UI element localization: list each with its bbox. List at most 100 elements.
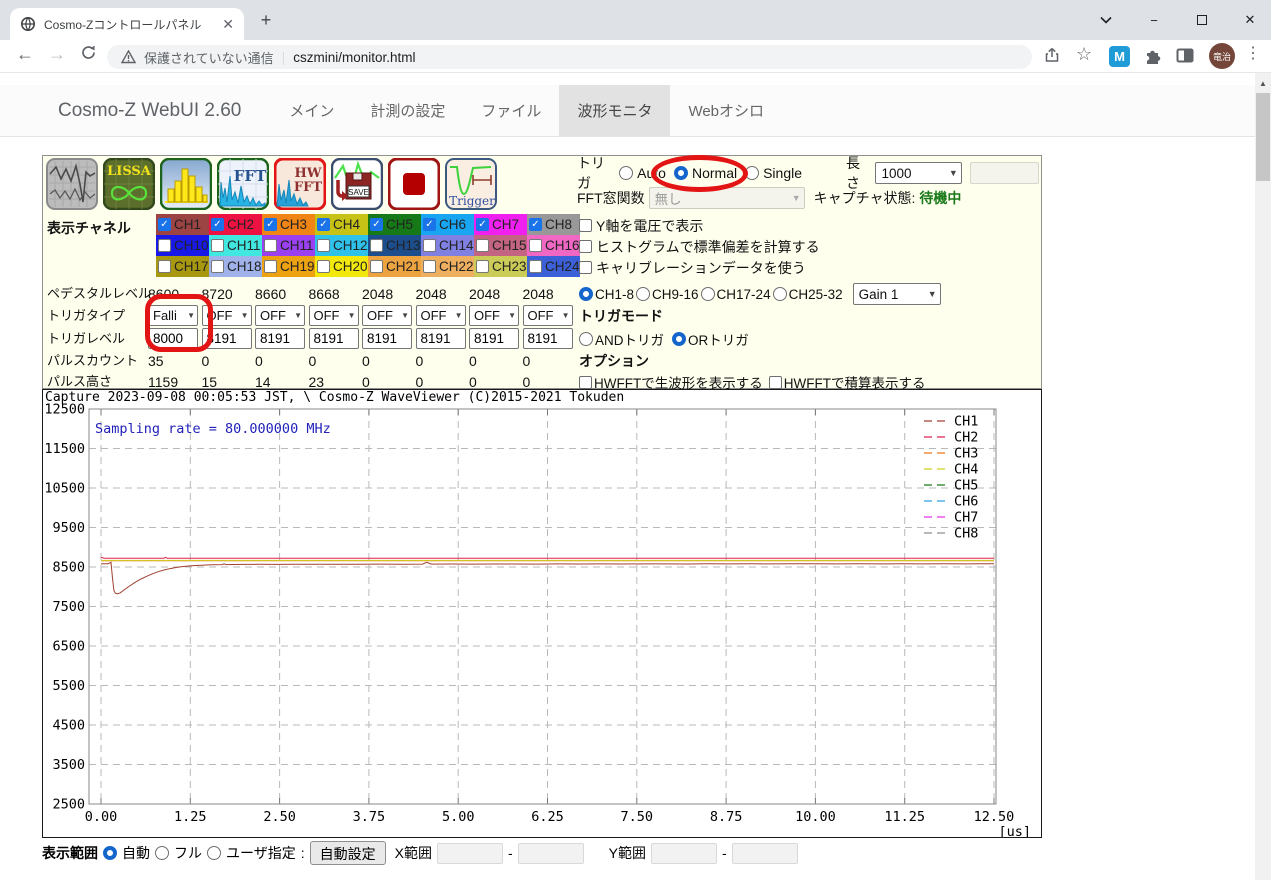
trigger-level-input-ch7[interactable] bbox=[469, 328, 519, 349]
trigger-type-select-ch6[interactable]: OFF ▼ bbox=[415, 305, 466, 326]
channel-item-CH3[interactable]: ✓ CH3 bbox=[262, 214, 315, 235]
trigger-type-select-ch3[interactable]: OFF ▼ bbox=[255, 305, 305, 326]
option-histogram-stddev[interactable]: ヒストグラムで標準偏差を計算する bbox=[579, 236, 820, 257]
fft-window-select[interactable]: 無し ▼ bbox=[648, 187, 805, 209]
trigger-level-input-ch4[interactable] bbox=[308, 328, 359, 349]
trigger-level-input-ch1[interactable] bbox=[148, 328, 198, 349]
group-ch1-8-radio[interactable] bbox=[579, 287, 593, 301]
auto-set-button[interactable]: 自動設定 bbox=[309, 841, 386, 865]
range-user-radio[interactable] bbox=[207, 846, 221, 860]
trigger-level-input-ch6[interactable] bbox=[415, 328, 466, 349]
trigger-button[interactable]: Trigger bbox=[445, 158, 497, 210]
scrollbar-thumb[interactable] bbox=[1256, 93, 1270, 181]
histogram-stddev-checkbox[interactable] bbox=[579, 240, 592, 253]
trigger-mode-normal-label[interactable]: Normal bbox=[692, 165, 737, 181]
channel-item-CH5[interactable]: ✓ CH5 bbox=[368, 214, 421, 235]
channel-item-CH21[interactable]: CH21 bbox=[368, 256, 421, 277]
channel-checkbox-CH6[interactable]: ✓ bbox=[423, 218, 436, 231]
trigger-mode-normal-radio[interactable] bbox=[673, 166, 688, 180]
channel-checkbox-CH20[interactable] bbox=[317, 260, 330, 273]
range-full-radio[interactable] bbox=[155, 846, 169, 860]
page-scrollbar[interactable]: ▲ bbox=[1255, 73, 1271, 880]
side-panel-icon[interactable] bbox=[1176, 48, 1194, 68]
channel-item-CH19[interactable]: CH19 bbox=[262, 256, 315, 277]
bookmark-star-icon[interactable]: ☆ bbox=[1076, 44, 1092, 65]
channel-item-CH7[interactable]: ✓ CH7 bbox=[474, 214, 527, 235]
browser-menu-icon[interactable]: ⋮ bbox=[1245, 43, 1261, 63]
trigger-type-select-ch2[interactable]: OFF ▼ bbox=[201, 305, 252, 326]
trigger-level-input-ch8[interactable] bbox=[522, 328, 573, 349]
nav-item-waveform-monitor[interactable]: 波形モニタ bbox=[559, 85, 671, 136]
channel-checkbox-CH13[interactable] bbox=[370, 239, 383, 252]
trigger-mode-auto-label[interactable]: Auto bbox=[637, 165, 666, 181]
histogram-button[interactable] bbox=[160, 158, 212, 210]
window-chevron-icon[interactable] bbox=[1083, 0, 1129, 40]
channel-checkbox-CH24[interactable] bbox=[529, 260, 542, 273]
channel-checkbox-CH12[interactable] bbox=[317, 239, 330, 252]
nav-item-measure-settings[interactable]: 計測の設定 bbox=[352, 85, 463, 136]
channel-item-CH11[interactable]: CH11 bbox=[209, 235, 262, 256]
channel-checkbox-CH15[interactable] bbox=[476, 239, 489, 252]
channel-checkbox-CH19[interactable] bbox=[264, 260, 277, 273]
trigger-type-select-ch4[interactable]: OFF ▼ bbox=[308, 305, 359, 326]
option-calibration-data[interactable]: キャリブレーションデータを使う bbox=[579, 257, 806, 278]
group-ch25-32-radio[interactable] bbox=[772, 287, 787, 301]
waveform-monitor-button[interactable] bbox=[46, 158, 98, 210]
hwfft-integrate-checkbox[interactable] bbox=[768, 375, 782, 389]
reload-icon[interactable] bbox=[80, 44, 97, 66]
channel-item-CH10[interactable]: CH10 bbox=[156, 235, 209, 256]
y-axis-voltage-checkbox[interactable] bbox=[579, 219, 592, 232]
gain-select[interactable]: Gain 1 ▼ bbox=[852, 283, 941, 305]
trigger-type-select-ch5[interactable]: OFF ▼ bbox=[362, 305, 412, 326]
x-range-max-input[interactable] bbox=[517, 842, 584, 864]
channel-item-CH1[interactable]: ✓ CH1 bbox=[156, 214, 209, 235]
channel-checkbox-CH3[interactable]: ✓ bbox=[264, 218, 277, 231]
option-y-axis-voltage[interactable]: Y軸を電圧で表示 bbox=[579, 215, 703, 236]
trigger-mode-single-radio[interactable] bbox=[745, 166, 760, 180]
channel-checkbox-CH21[interactable] bbox=[370, 260, 383, 273]
channel-checkbox-CH10[interactable] bbox=[158, 239, 171, 252]
calibration-data-checkbox[interactable] bbox=[579, 261, 592, 274]
fft-button[interactable]: FFT bbox=[217, 158, 269, 210]
and-trigger-radio[interactable] bbox=[579, 332, 593, 346]
extensions-puzzle-icon[interactable] bbox=[1143, 46, 1162, 70]
channel-checkbox-CH7[interactable]: ✓ bbox=[476, 218, 489, 231]
channel-item-CH23[interactable]: CH23 bbox=[474, 256, 527, 277]
x-range-min-input[interactable] bbox=[436, 842, 503, 864]
channel-checkbox-CH1[interactable]: ✓ bbox=[158, 218, 171, 231]
length-extra-input[interactable] bbox=[969, 162, 1039, 184]
channel-item-CH2[interactable]: ✓ CH2 bbox=[209, 214, 262, 235]
channel-checkbox-CH17[interactable] bbox=[158, 260, 171, 273]
channel-checkbox-CH2[interactable]: ✓ bbox=[211, 218, 224, 231]
channel-item-CH6[interactable]: ✓ CH6 bbox=[421, 214, 474, 235]
length-select[interactable]: 1000 ▼ bbox=[875, 162, 962, 184]
channel-item-CH17[interactable]: CH17 bbox=[156, 256, 209, 277]
channel-item-CH24[interactable]: CH24 bbox=[527, 256, 580, 277]
channel-checkbox-CH11[interactable] bbox=[264, 239, 277, 252]
channel-checkbox-CH14[interactable] bbox=[423, 239, 436, 252]
new-tab-button[interactable]: + bbox=[256, 10, 276, 30]
channel-checkbox-CH11[interactable] bbox=[211, 239, 224, 252]
channel-item-CH14[interactable]: CH14 bbox=[421, 235, 474, 256]
trigger-level-input-ch5[interactable] bbox=[362, 328, 412, 349]
trigger-level-input-ch3[interactable] bbox=[255, 328, 305, 349]
stop-button[interactable] bbox=[388, 158, 440, 210]
extension-m-icon[interactable]: M bbox=[1109, 46, 1130, 67]
channel-item-CH13[interactable]: CH13 bbox=[368, 235, 421, 256]
trigger-mode-auto-radio[interactable] bbox=[619, 166, 634, 180]
forward-icon[interactable]: → bbox=[48, 44, 66, 65]
window-minimize-button[interactable]: − bbox=[1131, 0, 1177, 40]
group-ch9-16-radio[interactable] bbox=[636, 287, 651, 301]
trigger-mode-single-label[interactable]: Single bbox=[763, 165, 802, 181]
save-button[interactable]: SAVE bbox=[331, 158, 383, 210]
nav-item-web-oscillo[interactable]: Webオシロ bbox=[670, 85, 782, 136]
scrollbar-up-icon[interactable]: ▲ bbox=[1255, 73, 1271, 88]
channel-item-CH11[interactable]: CH11 bbox=[262, 235, 315, 256]
trigger-type-select-ch1[interactable]: Falli ▼ bbox=[148, 305, 198, 326]
window-maximize-button[interactable] bbox=[1179, 0, 1225, 40]
group-ch17-24-radio[interactable] bbox=[700, 287, 715, 301]
channel-checkbox-CH18[interactable] bbox=[211, 260, 224, 273]
channel-item-CH4[interactable]: ✓ CH4 bbox=[315, 214, 368, 235]
range-auto-radio[interactable] bbox=[103, 846, 117, 860]
hw-fft-button[interactable]: HW FFT bbox=[274, 158, 326, 210]
